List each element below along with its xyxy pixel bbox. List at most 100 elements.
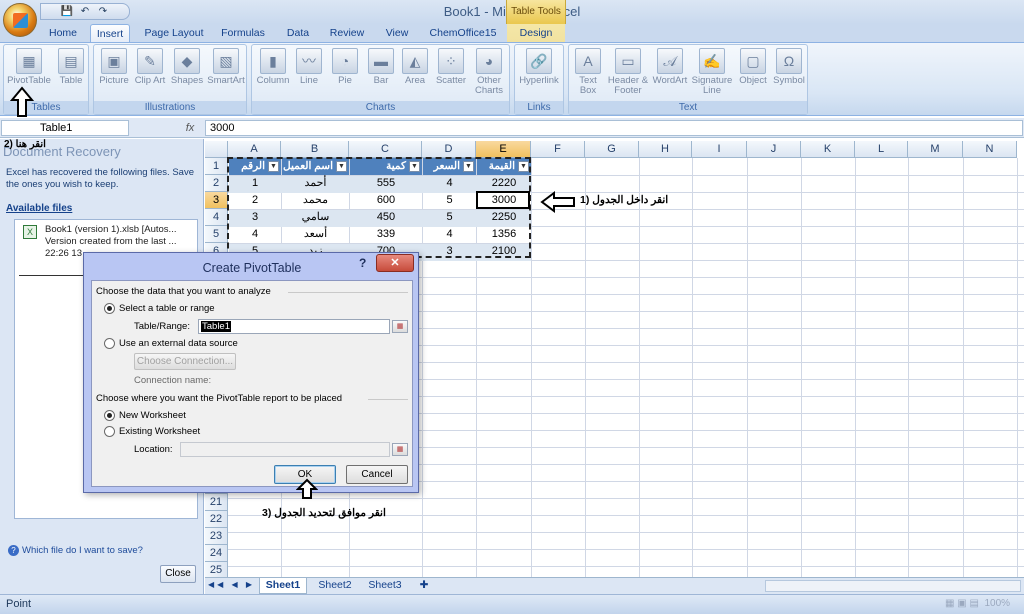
row-header[interactable]: 2 [205, 175, 228, 192]
help-link[interactable]: ? Which file do I want to save? [8, 545, 143, 556]
smartart-button[interactable]: ▧ SmartArt [206, 48, 246, 86]
tab-chemoffice[interactable]: ChemOffice15 [426, 24, 500, 42]
column-header[interactable]: B [281, 141, 349, 158]
select-all-corner[interactable] [205, 141, 228, 158]
row-header[interactable]: 4 [205, 209, 228, 226]
column-header[interactable]: D [422, 141, 476, 158]
formula-bar: Table1 fx 3000 [0, 118, 1024, 138]
new-worksheet-label: New Worksheet [119, 410, 186, 421]
clip-art-button[interactable]: ✎ Clip Art [132, 48, 168, 86]
create-pivottable-dialog: Create PivotTable ? ✕ Choose the data th… [83, 252, 419, 493]
formula-input[interactable]: 3000 [205, 120, 1023, 136]
pivottable-icon: ▦ [16, 48, 42, 74]
tab-home[interactable]: Home [40, 24, 86, 42]
column-header[interactable]: I [692, 141, 747, 158]
line-chart-button[interactable]: 〰 Line [292, 48, 326, 86]
sheet-tab[interactable]: Sheet2 [311, 578, 359, 594]
range-input[interactable]: Table1 [198, 319, 390, 334]
row-header[interactable]: 25 [205, 562, 228, 577]
row-header[interactable]: 24 [205, 545, 228, 562]
radio-external-source[interactable] [104, 338, 115, 349]
table-icon: ▤ [58, 48, 84, 74]
column-header[interactable]: G [585, 141, 639, 158]
object-button[interactable]: ▢ Object [735, 48, 771, 86]
row-header[interactable]: 23 [205, 528, 228, 545]
tab-page-layout[interactable]: Page Layout [140, 24, 208, 42]
column-header[interactable]: K [801, 141, 855, 158]
select-range-label: Select a table or range [119, 303, 215, 314]
column-header[interactable]: A [228, 141, 281, 158]
tab-insert[interactable]: Insert [90, 24, 130, 43]
scatter-chart-icon: ⁘ [438, 48, 464, 74]
active-cell[interactable] [476, 191, 530, 209]
column-header[interactable]: J [747, 141, 801, 158]
hyperlink-icon: 🔗 [526, 48, 552, 74]
section-data-label: Choose the data that you want to analyze [96, 286, 271, 297]
location-input[interactable] [180, 442, 390, 457]
shapes-button[interactable]: ◆ Shapes [168, 48, 206, 86]
pie-chart-button[interactable]: ◔ Pie [328, 48, 362, 86]
dialog-help-button[interactable]: ? [359, 256, 366, 270]
radio-existing-worksheet[interactable] [104, 426, 115, 437]
insert-sheet-icon[interactable]: ✚ [415, 578, 433, 594]
radio-new-worksheet[interactable] [104, 410, 115, 421]
row-header[interactable]: 3 [205, 192, 228, 209]
line-chart-icon: 〰 [296, 48, 322, 74]
sheet-tab[interactable]: Sheet3 [361, 578, 409, 594]
tab-data[interactable]: Data [282, 24, 314, 42]
hyperlink-button[interactable]: 🔗 Hyperlink [516, 48, 562, 86]
group-label: Links [515, 101, 563, 114]
column-header[interactable]: C [349, 141, 422, 158]
bar-chart-button[interactable]: ▬ Bar [364, 48, 398, 86]
text-box-icon: A [575, 48, 601, 74]
row-header[interactable]: 1 [205, 158, 228, 175]
smartart-icon: ▧ [213, 48, 239, 74]
column-header[interactable]: M [908, 141, 963, 158]
area-chart-button[interactable]: ◭ Area [398, 48, 432, 86]
column-header[interactable]: E [476, 141, 531, 158]
office-button[interactable] [3, 3, 37, 37]
location-picker-icon[interactable]: ▦ [392, 443, 408, 456]
tab-review[interactable]: Review [326, 24, 368, 42]
header-footer-icon: ▭ [615, 48, 641, 74]
symbol-button[interactable]: Ω Symbol [771, 48, 807, 86]
ribbon: ▦ PivotTable ▤ Table Tables ▣ Picture ✎ Clip… [0, 42, 1024, 116]
row-header[interactable]: 21 [205, 494, 228, 511]
zoom-level[interactable]: ▦ ▣ ▤ 100% [945, 598, 1010, 609]
sheet-tab[interactable]: Sheet1 [259, 578, 307, 594]
text-box-button[interactable]: A Text Box [571, 48, 605, 96]
pivottable-button[interactable]: ▦ PivotTable [7, 48, 51, 86]
scatter-chart-button[interactable]: ⁘ Scatter [432, 48, 470, 86]
column-header[interactable]: F [531, 141, 585, 158]
table-button[interactable]: ▤ Table [54, 48, 88, 86]
column-header[interactable]: N [963, 141, 1017, 158]
other-charts-button[interactable]: ◕ Other Charts [470, 48, 508, 96]
name-box[interactable]: Table1 [1, 120, 129, 136]
signature-line-button[interactable]: ✍ Signature Line [689, 48, 735, 96]
tab-formulas[interactable]: Formulas [216, 24, 270, 42]
close-recovery-button[interactable]: Close [160, 565, 196, 583]
up-arrow-annotation-icon [10, 86, 34, 117]
range-label: Table/Range: [134, 321, 190, 332]
range-picker-icon[interactable]: ▦ [392, 320, 408, 333]
group-label: Charts [252, 101, 509, 114]
column-header[interactable]: L [855, 141, 908, 158]
dialog-close-button[interactable]: ✕ [376, 254, 414, 272]
row-header[interactable]: 22 [205, 511, 228, 528]
tab-view[interactable]: View [380, 24, 414, 42]
horizontal-scrollbar[interactable] [765, 580, 1021, 592]
radio-select-range[interactable] [104, 303, 115, 314]
tab-design[interactable]: Design [507, 24, 565, 42]
column-header[interactable]: H [639, 141, 692, 158]
insert-function-icon[interactable]: fx [178, 120, 202, 136]
picture-button[interactable]: ▣ Picture [96, 48, 132, 86]
column-chart-button[interactable]: ▮ Column [254, 48, 292, 86]
picture-icon: ▣ [101, 48, 127, 74]
wordart-button[interactable]: 𝒜 WordArt [651, 48, 689, 86]
header-footer-button[interactable]: ▭ Header & Footer [605, 48, 651, 96]
bar-chart-icon: ▬ [368, 48, 394, 74]
choose-connection-button[interactable]: Choose Connection... [134, 353, 236, 370]
available-files-heading: Available files [6, 203, 73, 214]
cancel-button[interactable]: Cancel [346, 465, 408, 484]
row-header[interactable]: 5 [205, 226, 228, 243]
